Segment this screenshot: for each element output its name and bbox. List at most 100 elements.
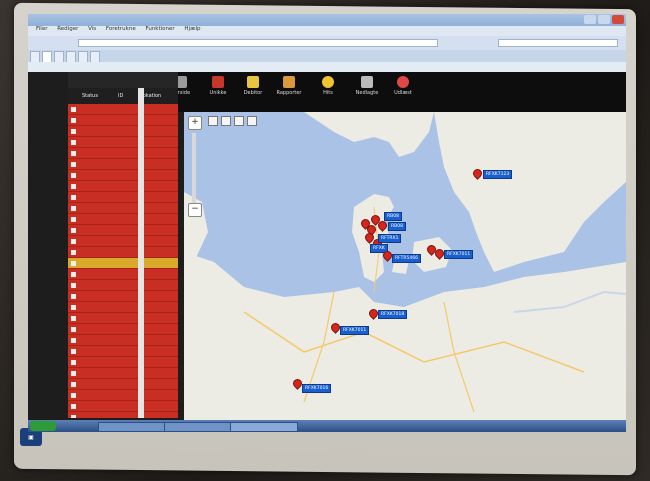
taskbar-item-active[interactable]	[230, 422, 298, 432]
menu-item[interactable]: Rediger	[57, 26, 78, 32]
map-tool-icon[interactable]	[221, 116, 231, 126]
row-checkbox[interactable]	[71, 129, 76, 134]
toolbar-button[interactable]: Debitor	[238, 76, 268, 96]
zoom-in-button[interactable]: +	[188, 116, 202, 130]
menu-item[interactable]: Vis	[88, 26, 96, 32]
search-input[interactable]	[498, 39, 618, 47]
row-checkbox[interactable]	[71, 327, 76, 332]
row-checkbox[interactable]	[71, 162, 76, 167]
row-checkbox[interactable]	[71, 360, 76, 365]
toolbar-button[interactable]: Hits	[313, 76, 343, 96]
table-row[interactable]	[68, 126, 178, 137]
table-row[interactable]	[68, 313, 178, 324]
map-view[interactable]: + − RFXK7123 RB08 RB08 RFTRX1 RFXK RFTR5…	[184, 112, 626, 422]
menu-item[interactable]: Foretrukne	[106, 26, 136, 32]
address-input[interactable]	[78, 39, 438, 47]
table-row[interactable]	[68, 159, 178, 170]
row-checkbox[interactable]	[71, 349, 76, 354]
row-checkbox[interactable]	[71, 151, 76, 156]
row-checkbox[interactable]	[71, 173, 76, 178]
close-button[interactable]	[612, 15, 624, 24]
map-tool-icon[interactable]	[247, 116, 257, 126]
toolbar-button[interactable]: Nedlagte	[352, 76, 382, 96]
table-row[interactable]	[68, 192, 178, 203]
map-marker[interactable]	[472, 168, 483, 179]
table-row[interactable]	[68, 368, 178, 379]
table-row[interactable]	[68, 412, 178, 418]
toolbar-button[interactable]: Udlæst	[388, 76, 418, 96]
list-scrollbar[interactable]	[138, 88, 144, 418]
browser-tab[interactable]	[90, 51, 100, 62]
browser-tab[interactable]	[78, 51, 88, 62]
table-row[interactable]	[68, 379, 178, 390]
menu-item[interactable]: Hjælp	[184, 26, 200, 32]
table-row[interactable]	[68, 203, 178, 214]
row-checkbox[interactable]	[71, 206, 76, 211]
table-row[interactable]	[68, 291, 178, 302]
taskbar-item[interactable]	[98, 422, 166, 432]
row-checkbox[interactable]	[71, 250, 76, 255]
map-marker[interactable]	[364, 232, 375, 243]
minimize-button[interactable]	[584, 15, 596, 24]
table-row[interactable]	[68, 115, 178, 126]
table-row[interactable]	[68, 214, 178, 225]
map-marker[interactable]	[382, 250, 393, 261]
row-checkbox[interactable]	[71, 382, 76, 387]
browser-tab-active[interactable]	[42, 51, 52, 62]
table-row[interactable]	[68, 247, 178, 258]
browser-tab[interactable]	[30, 51, 40, 62]
table-row[interactable]	[68, 225, 178, 236]
table-row[interactable]	[68, 357, 178, 368]
menu-item[interactable]: Filer	[36, 26, 47, 32]
row-checkbox[interactable]	[71, 239, 76, 244]
row-checkbox[interactable]	[71, 316, 76, 321]
browser-tab[interactable]	[66, 51, 76, 62]
column-header[interactable]: Status	[82, 93, 98, 99]
row-checkbox[interactable]	[71, 393, 76, 398]
table-row[interactable]	[68, 269, 178, 280]
map-marker[interactable]	[330, 322, 341, 333]
table-row[interactable]	[68, 137, 178, 148]
row-checkbox[interactable]	[71, 107, 76, 112]
table-row[interactable]	[68, 181, 178, 192]
map-marker[interactable]	[292, 378, 303, 389]
table-row[interactable]	[68, 302, 178, 313]
row-checkbox[interactable]	[71, 415, 76, 418]
browser-tab[interactable]	[54, 51, 64, 62]
map-marker[interactable]	[426, 244, 437, 255]
row-checkbox[interactable]	[71, 404, 76, 409]
map-marker[interactable]	[434, 248, 445, 259]
row-checkbox[interactable]	[71, 228, 76, 233]
row-checkbox[interactable]	[71, 371, 76, 376]
table-row[interactable]	[68, 346, 178, 357]
row-checkbox[interactable]	[71, 294, 76, 299]
map-tool-icon[interactable]	[208, 116, 218, 126]
toolbar-button[interactable]: Rapporter	[274, 76, 304, 96]
table-row[interactable]	[68, 148, 178, 159]
map-tool-icon[interactable]	[234, 116, 244, 126]
row-checkbox[interactable]	[71, 195, 76, 200]
taskbar-item[interactable]	[164, 422, 232, 432]
map-marker[interactable]	[368, 308, 379, 319]
row-checkbox[interactable]	[71, 140, 76, 145]
map-marker[interactable]	[377, 220, 388, 231]
table-row[interactable]	[68, 104, 178, 115]
row-checkbox[interactable]	[71, 261, 76, 266]
row-checkbox[interactable]	[71, 217, 76, 222]
row-checkbox[interactable]	[71, 184, 76, 189]
table-row[interactable]	[68, 335, 178, 346]
row-checkbox[interactable]	[71, 283, 76, 288]
row-checkbox[interactable]	[71, 118, 76, 123]
row-checkbox[interactable]	[71, 338, 76, 343]
row-checkbox[interactable]	[71, 305, 76, 310]
zoom-out-button[interactable]: −	[188, 203, 202, 217]
table-row[interactable]	[68, 236, 178, 247]
toolbar-button[interactable]: Unikke	[203, 76, 233, 96]
table-row[interactable]	[68, 170, 178, 181]
row-checkbox[interactable]	[71, 272, 76, 277]
table-row[interactable]	[68, 401, 178, 412]
menu-item[interactable]: Funktioner	[145, 26, 174, 32]
table-row[interactable]	[68, 324, 178, 335]
table-row[interactable]	[68, 280, 178, 291]
table-row[interactable]	[68, 258, 178, 269]
